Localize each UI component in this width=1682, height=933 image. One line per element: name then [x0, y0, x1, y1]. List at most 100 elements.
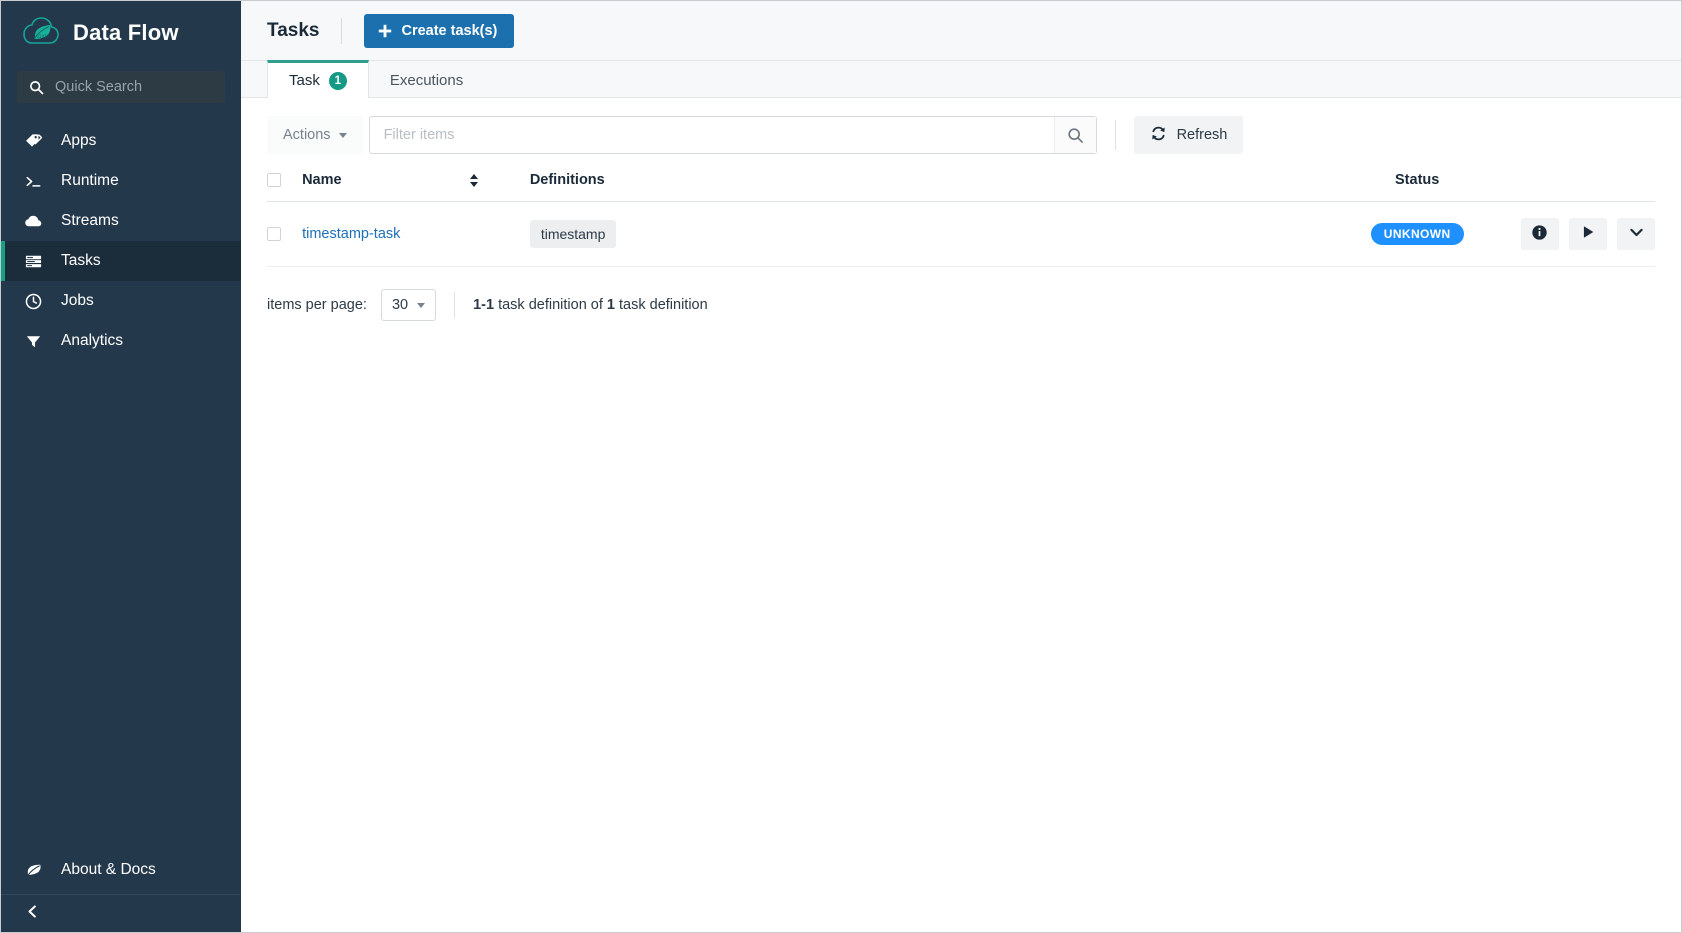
create-task-button-label: Create task(s) [401, 22, 498, 39]
pagination-summary-middle: task definition of [494, 297, 607, 313]
launch-task-button[interactable] [1568, 218, 1607, 250]
main-content: Tasks Create task(s) Task 1 Executions A… [241, 1, 1681, 932]
column-header-status: Status [1329, 172, 1506, 202]
sidebar-item-label-runtime: Runtime [61, 172, 119, 189]
sidebar-item-tasks[interactable]: Tasks [1, 241, 241, 281]
tasks-stack-icon [23, 251, 43, 271]
create-task-button[interactable]: Create task(s) [364, 13, 515, 48]
tasks-table-head: Name Definitions Status [267, 172, 1655, 202]
sidebar-item-label-streams: Streams [61, 212, 119, 229]
refresh-icon [1150, 125, 1167, 146]
cloud-icon [23, 211, 43, 231]
table-row: timestamp-task timestamp UNKNOWN [267, 201, 1655, 267]
sidebar-item-label-analytics: Analytics [61, 332, 124, 349]
quick-search-placeholder: Quick Search [55, 79, 143, 95]
leaf-icon [23, 860, 43, 880]
actions-dropdown[interactable]: Actions [267, 116, 363, 154]
sidebar-item-label-jobs: Jobs [61, 292, 94, 309]
tasks-table: Name Definitions Status timestamp-task t… [267, 172, 1655, 267]
filter-input[interactable] [369, 117, 1054, 153]
task-details-button[interactable] [1520, 218, 1559, 250]
sidebar-item-analytics[interactable]: Analytics [1, 321, 241, 361]
toolbar-divider [1114, 120, 1116, 150]
select-all-checkbox[interactable] [267, 173, 281, 188]
pagination-summary: 1-1 task definition of 1 task definition [473, 297, 708, 313]
sidebar-item-label-tasks: Tasks [61, 252, 101, 269]
row-status-cell: UNKNOWN [1329, 201, 1506, 267]
row-checkbox[interactable] [267, 227, 281, 242]
sidebar-item-streams[interactable]: Streams [1, 201, 241, 241]
terminal-prompt-icon [23, 171, 43, 191]
pagination-total: 1 [606, 297, 615, 313]
row-definition-cell: timestamp [529, 201, 1329, 267]
pagination-divider [454, 292, 456, 318]
row-select-cell [267, 201, 303, 267]
clock-icon [23, 291, 43, 311]
column-header-name[interactable]: Name [302, 172, 530, 202]
sidebar-item-about-docs[interactable]: About & Docs [1, 846, 241, 894]
sidebar: 01010 Data Flow Quick Search Apps Runtim… [1, 1, 241, 932]
application-window: 01010 Data Flow Quick Search Apps Runtim… [0, 0, 1682, 933]
table-header-row: Name Definitions Status [267, 172, 1655, 202]
sidebar-item-label-apps: Apps [61, 132, 97, 149]
column-header-name-label: Name [302, 172, 342, 188]
sort-toggle-icon[interactable] [469, 173, 478, 187]
row-name-cell: timestamp-task [302, 201, 530, 267]
refresh-button-label: Refresh [1176, 127, 1228, 143]
pagination-summary-tail: task definition [614, 297, 708, 313]
sort-ascending-icon [469, 173, 478, 179]
column-header-definitions: Definitions [529, 172, 1329, 202]
sidebar-collapse-button[interactable] [1, 894, 241, 932]
toolbar: Actions Filter items Refresh [267, 116, 1655, 154]
filter-field [368, 116, 1097, 154]
sidebar-item-runtime[interactable]: Runtime [1, 161, 241, 201]
sidebar-item-jobs[interactable]: Jobs [1, 281, 241, 321]
tasks-table-body: timestamp-task timestamp UNKNOWN [267, 201, 1655, 267]
items-per-page-label: items per page: [267, 297, 367, 313]
tab-task-label: Task [289, 72, 320, 89]
task-name-link[interactable]: timestamp-task [302, 226, 400, 242]
refresh-button[interactable]: Refresh [1133, 116, 1244, 154]
page-size-value: 30 [391, 297, 409, 313]
row-menu-button[interactable] [1617, 218, 1655, 250]
sidebar-item-apps[interactable]: Apps [1, 121, 241, 161]
funnel-icon [23, 331, 43, 351]
svg-text:01010: 01010 [37, 34, 50, 39]
tab-task[interactable]: Task 1 [267, 60, 369, 98]
column-header-definitions-label: Definitions [529, 172, 605, 188]
pagination: items per page: 30 1-1 task definition o… [267, 289, 1655, 321]
quick-search-input[interactable]: Quick Search [17, 71, 225, 103]
chevron-down-icon [417, 302, 426, 308]
search-icon [29, 80, 44, 95]
spring-leaf-cloud-logo-icon: 01010 [23, 17, 59, 49]
page-size-select[interactable]: 30 [380, 289, 437, 321]
column-header-status-label: Status [1395, 172, 1440, 188]
status-badge: UNKNOWN [1370, 223, 1464, 245]
plus-icon [378, 24, 392, 38]
brand[interactable]: 01010 Data Flow [1, 1, 241, 65]
row-actions-cell [1505, 201, 1655, 267]
play-icon [1580, 224, 1596, 244]
pagination-range: 1-1 [473, 297, 495, 313]
chevron-left-icon [25, 904, 40, 924]
actions-dropdown-label: Actions [283, 127, 331, 143]
tag-icon [23, 131, 43, 151]
info-icon [1531, 224, 1548, 245]
select-all-header [267, 172, 303, 202]
chevron-down-icon [1628, 224, 1645, 245]
filter-search-button[interactable] [1053, 117, 1096, 153]
sidebar-nav: Apps Runtime Streams Tasks Jobs Analytic… [1, 121, 241, 361]
sidebar-item-label-about: About & Docs [61, 861, 156, 878]
top-bar: Tasks Create task(s) [241, 1, 1681, 61]
sort-descending-icon [469, 181, 478, 187]
definition-tag: timestamp [529, 220, 617, 248]
chevron-down-icon [338, 132, 347, 138]
tab-task-badge: 1 [328, 71, 347, 90]
page-title: Tasks [267, 19, 320, 41]
title-divider [341, 17, 343, 44]
tab-executions[interactable]: Executions [369, 60, 484, 97]
tab-bar: Task 1 Executions [241, 60, 1681, 98]
content-area: Actions Filter items Refresh Name Defini… [241, 98, 1681, 321]
column-header-actions [1505, 172, 1655, 202]
